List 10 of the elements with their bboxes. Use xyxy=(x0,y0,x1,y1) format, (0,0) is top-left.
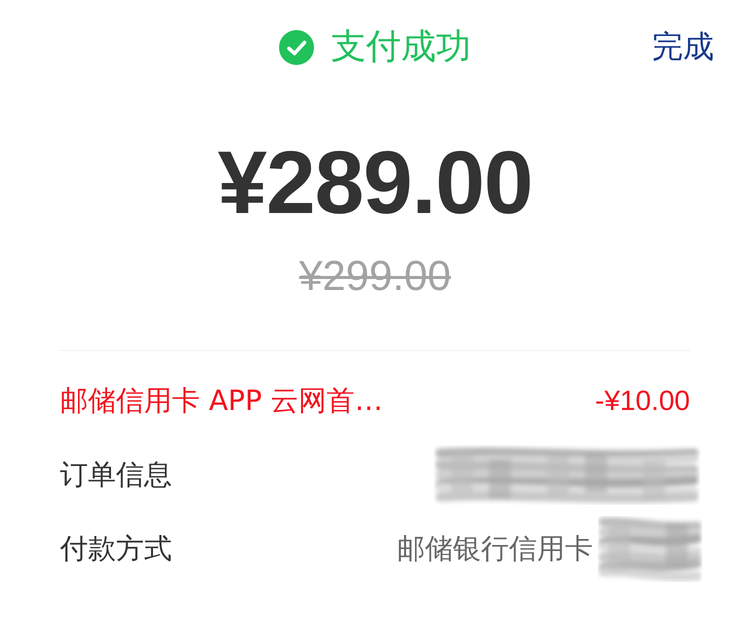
done-button[interactable]: 完成 xyxy=(652,32,714,62)
check-circle-icon xyxy=(279,30,314,64)
detail-value: 邮储银行信用卡 xyxy=(397,535,593,563)
paid-amount: ¥289.00 xyxy=(218,138,532,227)
original-price: ¥299.00 xyxy=(299,255,451,297)
discount-amount: -¥10.00 xyxy=(595,387,690,415)
payment-status-title: 支付成功 xyxy=(331,30,471,64)
discount-label: 邮储信用卡 APP 云网首… xyxy=(60,387,383,415)
detail-label: 付款方式 xyxy=(60,535,172,563)
detail-label: 订单信息 xyxy=(60,461,172,489)
